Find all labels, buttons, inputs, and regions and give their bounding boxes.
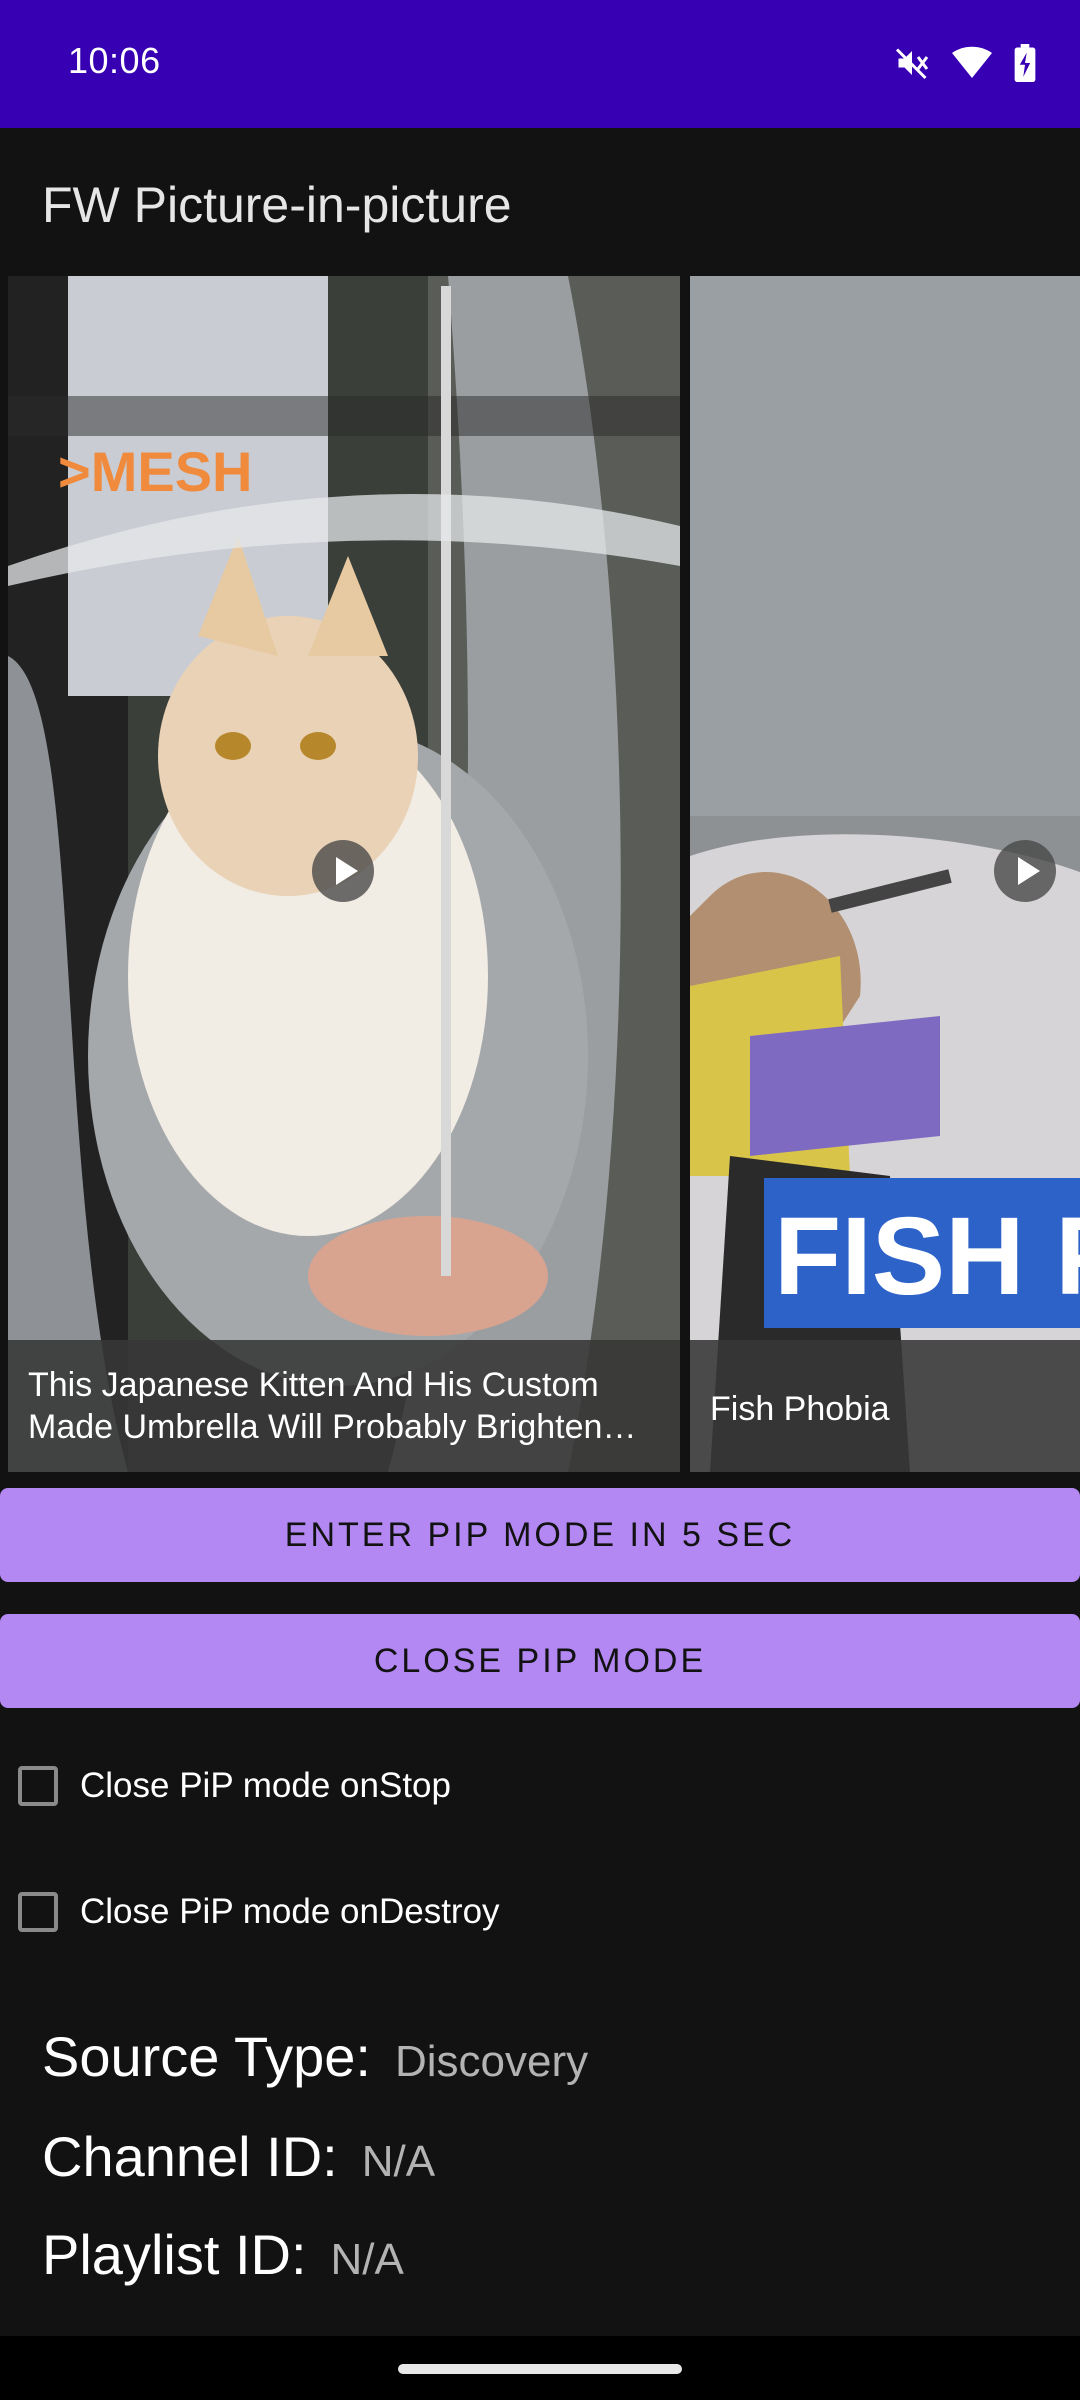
checkbox[interactable] bbox=[18, 1892, 58, 1932]
status-time: 10:06 bbox=[68, 40, 161, 81]
close-pip-button[interactable]: CLOSE PIP MODE bbox=[0, 1614, 1080, 1708]
checkbox-label: Close PiP mode onStop bbox=[80, 1766, 451, 1805]
battery-charging-icon bbox=[1014, 44, 1036, 82]
wifi-icon bbox=[952, 45, 992, 81]
svg-text:>MESH: >MESH bbox=[58, 440, 253, 503]
video-carousel[interactable]: >MESH This Japanese Kitten And His Custo… bbox=[0, 276, 1080, 1472]
checkbox[interactable] bbox=[18, 1766, 58, 1806]
play-button[interactable] bbox=[312, 840, 374, 902]
checkbox-label: Close PiP mode onDestroy bbox=[80, 1892, 500, 1931]
mute-icon bbox=[894, 45, 930, 81]
playlist-id-label: Playlist ID: bbox=[42, 2223, 307, 2286]
option-close-on-stop[interactable]: Close PiP mode onStop bbox=[18, 1766, 451, 1806]
video-card-fish[interactable]: FISH PH Fish Phobia bbox=[690, 276, 1080, 1472]
source-type-row: Source Type: Discovery bbox=[42, 2024, 588, 2089]
home-gesture-handle[interactable] bbox=[398, 2364, 682, 2374]
source-type-value: Discovery bbox=[394, 2037, 589, 2086]
channel-id-row: Channel ID: N/A bbox=[42, 2124, 435, 2189]
channel-id-label: Channel ID: bbox=[42, 2125, 338, 2188]
video-caption: This Japanese Kitten And His Custom Made… bbox=[28, 1366, 637, 1446]
playlist-id-row: Playlist ID: N/A bbox=[42, 2222, 404, 2287]
video-card-kitten[interactable]: >MESH This Japanese Kitten And His Custo… bbox=[8, 276, 680, 1472]
option-close-on-destroy[interactable]: Close PiP mode onDestroy bbox=[18, 1892, 500, 1932]
play-button[interactable] bbox=[994, 840, 1056, 902]
status-icons bbox=[894, 44, 1036, 82]
page-title: FW Picture-in-picture bbox=[42, 177, 512, 233]
playlist-id-value: N/A bbox=[330, 2235, 404, 2284]
enter-pip-button[interactable]: ENTER PIP MODE IN 5 SEC bbox=[0, 1488, 1080, 1582]
source-type-label: Source Type: bbox=[42, 2025, 371, 2088]
channel-id-value: N/A bbox=[361, 2137, 436, 2186]
svg-text:FISH PH: FISH PH bbox=[774, 1195, 1080, 1318]
video-caption: Fish Phobia bbox=[710, 1390, 890, 1428]
